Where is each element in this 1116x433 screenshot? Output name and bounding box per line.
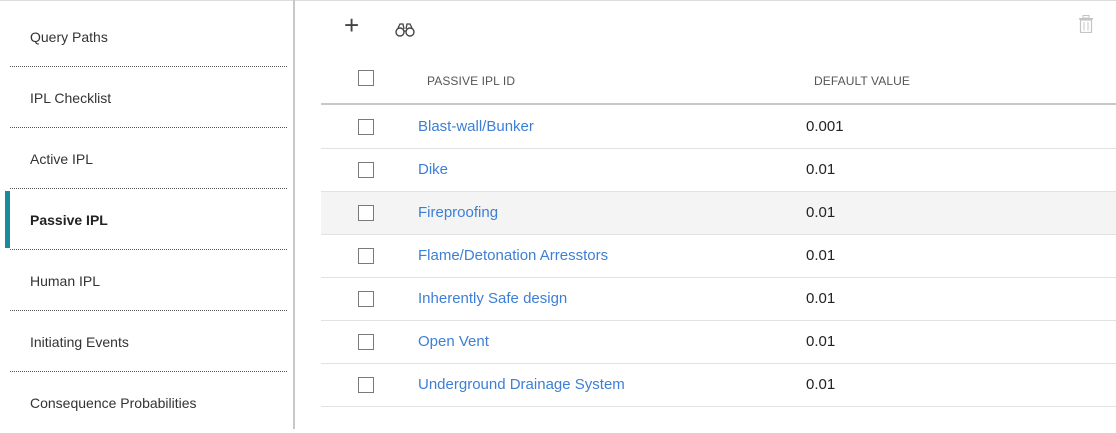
passive-ipl-id-link[interactable]: Underground Drainage System (418, 376, 625, 393)
row-checkbox[interactable] (358, 205, 374, 221)
select-all-checkbox[interactable] (358, 70, 374, 86)
default-value: 0.01 (806, 204, 836, 221)
row-checkbox[interactable] (358, 119, 374, 135)
plus-icon[interactable]: + (344, 12, 359, 38)
column-header-default-value[interactable]: DEFAULT VALUE (814, 74, 910, 88)
table-row: Open Vent 0.01 (321, 321, 1116, 364)
default-value: 0.01 (806, 333, 836, 350)
sidebar-item-consequence-probabilities[interactable]: Consequence Probabilities (0, 372, 293, 433)
sidebar-item-active-ipl[interactable]: Active IPL (0, 128, 293, 189)
sidebar-item-query-paths[interactable]: Query Paths (0, 6, 293, 67)
table-row: Dike 0.01 (321, 149, 1116, 192)
sidebar: Query Paths IPL Checklist Active IPL Pas… (0, 0, 295, 429)
table-row: Flame/Detonation Arresstors 0.01 (321, 235, 1116, 278)
table-row: Underground Drainage System 0.01 (321, 364, 1116, 407)
main-panel: + PASSIVE IPL ID DEFAULT VALUE Blast-wal… (297, 0, 1116, 429)
table-row: Blast-wall/Bunker 0.001 (321, 106, 1116, 149)
default-value: 0.01 (806, 247, 836, 264)
table-header: PASSIVE IPL ID DEFAULT VALUE (321, 62, 1116, 105)
sidebar-item-ipl-checklist[interactable]: IPL Checklist (0, 67, 293, 128)
sidebar-item-label: IPL Checklist (30, 89, 112, 106)
table-row: Fireproofing 0.01 (321, 192, 1116, 235)
sidebar-item-passive-ipl[interactable]: Passive IPL (0, 189, 293, 250)
passive-ipl-id-link[interactable]: Dike (418, 161, 448, 178)
default-value: 0.001 (806, 118, 844, 135)
sidebar-item-human-ipl[interactable]: Human IPL (0, 250, 293, 311)
sidebar-item-label: Active IPL (30, 150, 94, 167)
row-checkbox[interactable] (358, 377, 374, 393)
default-value: 0.01 (806, 161, 836, 178)
passive-ipl-id-link[interactable]: Blast-wall/Bunker (418, 118, 534, 135)
binoculars-icon[interactable] (395, 22, 415, 38)
sidebar-item-initiating-events[interactable]: Initiating Events (0, 311, 293, 372)
passive-ipl-id-link[interactable]: Fireproofing (418, 204, 498, 221)
column-header-passive-ipl-id[interactable]: PASSIVE IPL ID (427, 74, 515, 88)
row-checkbox[interactable] (358, 248, 374, 264)
sidebar-item-label: Consequence Probabilities (30, 394, 197, 411)
sidebar-item-label: Human IPL (30, 272, 101, 289)
passive-ipl-id-link[interactable]: Inherently Safe design (418, 290, 567, 307)
row-checkbox[interactable] (358, 291, 374, 307)
active-indicator (5, 191, 10, 248)
sidebar-item-label: Passive IPL (30, 211, 108, 228)
row-checkbox[interactable] (358, 334, 374, 350)
passive-ipl-id-link[interactable]: Open Vent (418, 333, 489, 350)
trash-icon[interactable] (1078, 15, 1094, 34)
passive-ipl-id-link[interactable]: Flame/Detonation Arresstors (418, 247, 608, 264)
sidebar-item-label: Initiating Events (30, 333, 129, 350)
table-row: Inherently Safe design 0.01 (321, 278, 1116, 321)
sidebar-item-label: Query Paths (30, 28, 108, 45)
default-value: 0.01 (806, 290, 836, 307)
row-checkbox[interactable] (358, 162, 374, 178)
default-value: 0.01 (806, 376, 836, 393)
